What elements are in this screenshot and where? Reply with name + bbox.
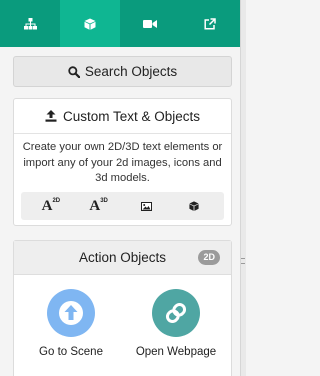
search-objects-button[interactable]: Search Objects	[13, 56, 232, 87]
text-3d-sup: 3D	[100, 198, 108, 204]
open-webpage-circle	[152, 289, 200, 337]
external-link-icon	[204, 17, 216, 30]
open-webpage-label: Open Webpage	[135, 346, 217, 358]
tab-bar	[0, 0, 240, 47]
tab-scene-tree[interactable]	[0, 0, 60, 47]
link-icon	[165, 302, 187, 324]
go-to-scene-item[interactable]: Go to Scene	[26, 289, 116, 358]
text-3d-button[interactable]: A 3D	[82, 195, 116, 217]
tab-camera[interactable]	[120, 0, 180, 47]
arrow-up-icon	[59, 301, 83, 325]
open-webpage-item[interactable]: Open Webpage	[131, 289, 221, 358]
object-panel: Search Objects Custom Text & Objects Cre…	[0, 0, 246, 376]
cube-icon	[84, 18, 96, 30]
action-objects-title: Action Objects	[78, 250, 167, 265]
sitemap-icon	[23, 17, 37, 29]
search-icon	[68, 65, 80, 78]
text-2d-button[interactable]: A 2D	[34, 195, 68, 217]
panel-edge	[240, 0, 246, 376]
go-to-scene-circle	[47, 289, 95, 337]
custom-objects-description: Create your own 2D/3D text elements or i…	[22, 141, 223, 184]
text-3d-icon: A	[89, 198, 101, 214]
upload-icon	[45, 110, 57, 122]
cube-icon	[189, 201, 199, 211]
text-2d-sup: 2D	[52, 198, 61, 204]
search-objects-label: Search Objects	[84, 64, 178, 79]
action-objects-card: Action Objects 2D Go to Scene Open Webpa…	[13, 240, 232, 376]
import-model-button[interactable]	[177, 195, 211, 217]
text-2d-icon: A	[41, 198, 53, 214]
import-image-button[interactable]	[129, 195, 163, 217]
tab-share[interactable]	[180, 0, 240, 47]
tab-objects[interactable]	[60, 0, 120, 47]
go-to-scene-label: Go to Scene	[39, 346, 103, 358]
image-icon	[140, 201, 152, 211]
custom-objects-card: Custom Text & Objects Create your own 2D…	[13, 98, 232, 226]
video-camera-icon	[143, 19, 157, 28]
custom-objects-header[interactable]: Custom Text & Objects	[14, 99, 231, 134]
custom-tools-bar: A 2D A 3D	[21, 192, 224, 220]
custom-objects-title: Custom Text & Objects	[62, 108, 201, 124]
action-objects-header[interactable]: Action Objects 2D	[14, 241, 231, 275]
dimension-badge: 2D	[198, 250, 220, 265]
resize-handle[interactable]	[241, 258, 245, 264]
